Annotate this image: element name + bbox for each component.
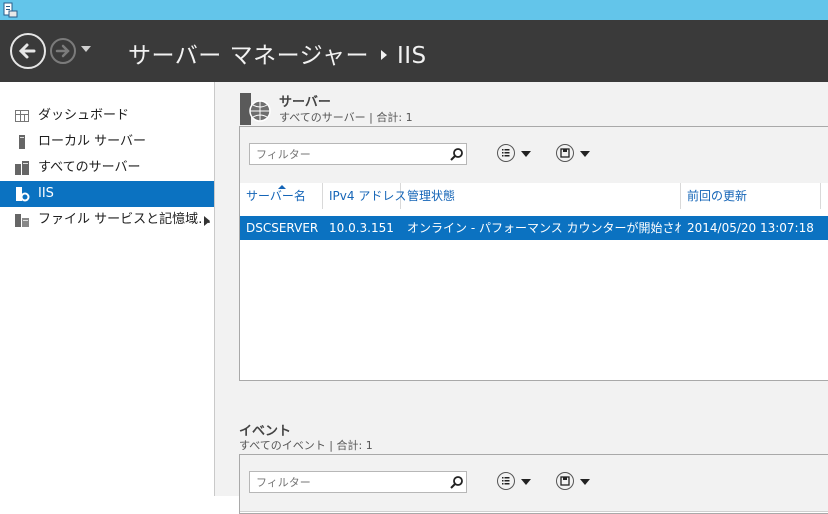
sidebar-item-all-servers[interactable]: すべてのサーバー [0, 155, 214, 181]
cell-server-name: DSCSERVER [246, 221, 319, 235]
sidebar-item-iis[interactable]: IIS [0, 181, 214, 207]
arrow-left-icon [18, 43, 36, 59]
events-toolbar [240, 455, 828, 512]
servers-toolbar [240, 127, 828, 184]
cell-extra: ( [821, 216, 828, 240]
servers-column-header: サーバー名 IPv4 アドレス 管理状態 前回の更新 ( [240, 183, 828, 209]
events-panel [239, 454, 828, 514]
column-header-ipv4[interactable]: IPv4 アドレス [323, 183, 406, 209]
iis-icon [16, 187, 30, 202]
list-options-button[interactable] [497, 472, 533, 492]
servers-filter-input[interactable] [249, 143, 467, 165]
chevron-down-icon [521, 479, 531, 485]
list-icon [497, 472, 515, 490]
breadcrumb-separator-icon [380, 50, 387, 60]
save-query-button[interactable] [556, 144, 592, 164]
header-bar: サーバー マネージャー IIS [0, 20, 828, 82]
chevron-down-icon [580, 151, 590, 157]
column-header-status[interactable]: 管理状態 [401, 183, 681, 209]
forward-button[interactable] [50, 38, 76, 64]
sidebar-item-local-server[interactable]: ローカル サーバー [0, 129, 214, 155]
sidebar-item-label: IIS [38, 186, 54, 201]
sort-ascending-icon [278, 185, 286, 189]
sidebar: ダッシュボード ローカル サーバー すべてのサーバー IIS ファイル サービス… [0, 82, 215, 496]
save-query-button[interactable] [556, 472, 592, 492]
sidebar-item-label: ローカル サーバー [38, 134, 147, 149]
history-dropdown-icon[interactable] [81, 46, 91, 52]
chevron-right-icon[interactable] [204, 216, 210, 226]
sidebar-item-label: ダッシュボード [38, 108, 130, 123]
server-globe-icon [240, 93, 271, 125]
column-header-last-update[interactable]: 前回の更新 [681, 183, 821, 209]
sidebar-item-dashboard[interactable]: ダッシュボード [0, 103, 214, 129]
servers-section-subtitle: すべてのサーバー | 合計: 1 [279, 111, 413, 124]
all-servers-icon [15, 161, 29, 175]
servers-section-title: サーバー [279, 95, 331, 110]
cell-status: オンライン - パフォーマンス カウンターが開始されていません [407, 221, 681, 235]
search-icon[interactable] [450, 147, 464, 161]
list-icon [497, 144, 515, 162]
column-header-server-name[interactable]: サーバー名 [240, 183, 323, 209]
save-icon [556, 144, 574, 162]
cell-ipv4: 10.0.3.151 [329, 221, 394, 235]
title-bar [0, 0, 828, 20]
chevron-down-icon [580, 479, 590, 485]
cell-last-update: 2014/05/20 13:07:18 [687, 221, 814, 235]
sidebar-item-label: すべてのサーバー [38, 160, 141, 175]
breadcrumb-root[interactable]: サーバー マネージャー [128, 43, 369, 69]
main-content: サーバー すべてのサーバー | 合計: 1 フィルター サーバー名 IPv4 ア… [215, 82, 828, 514]
events-section-subtitle: すべてのイベント | 合計: 1 [239, 439, 373, 452]
table-row[interactable]: DSCSERVER 10.0.3.151 オンライン - パフォーマンス カウン… [240, 216, 828, 240]
search-icon[interactable] [450, 475, 464, 489]
file-services-icon [15, 214, 29, 227]
back-button[interactable] [10, 33, 46, 69]
save-icon [556, 472, 574, 490]
arrow-right-icon [55, 44, 70, 58]
events-filter-input[interactable] [249, 471, 467, 493]
breadcrumb: サーバー マネージャー IIS [128, 36, 427, 70]
breadcrumb-current: IIS [396, 43, 427, 69]
local-server-icon [19, 135, 25, 149]
chevron-down-icon [521, 151, 531, 157]
list-options-button[interactable] [497, 144, 533, 164]
dashboard-icon [15, 110, 29, 122]
servers-panel: サーバー名 IPv4 アドレス 管理状態 前回の更新 ( DSCSERVER 1… [239, 126, 828, 381]
column-header-extra[interactable]: ( [821, 183, 828, 209]
sidebar-item-label: ファイル サービスと記憶域… [38, 212, 212, 227]
sidebar-item-file-services[interactable]: ファイル サービスと記憶域… [0, 207, 214, 233]
server-manager-app-icon[interactable] [2, 2, 18, 18]
